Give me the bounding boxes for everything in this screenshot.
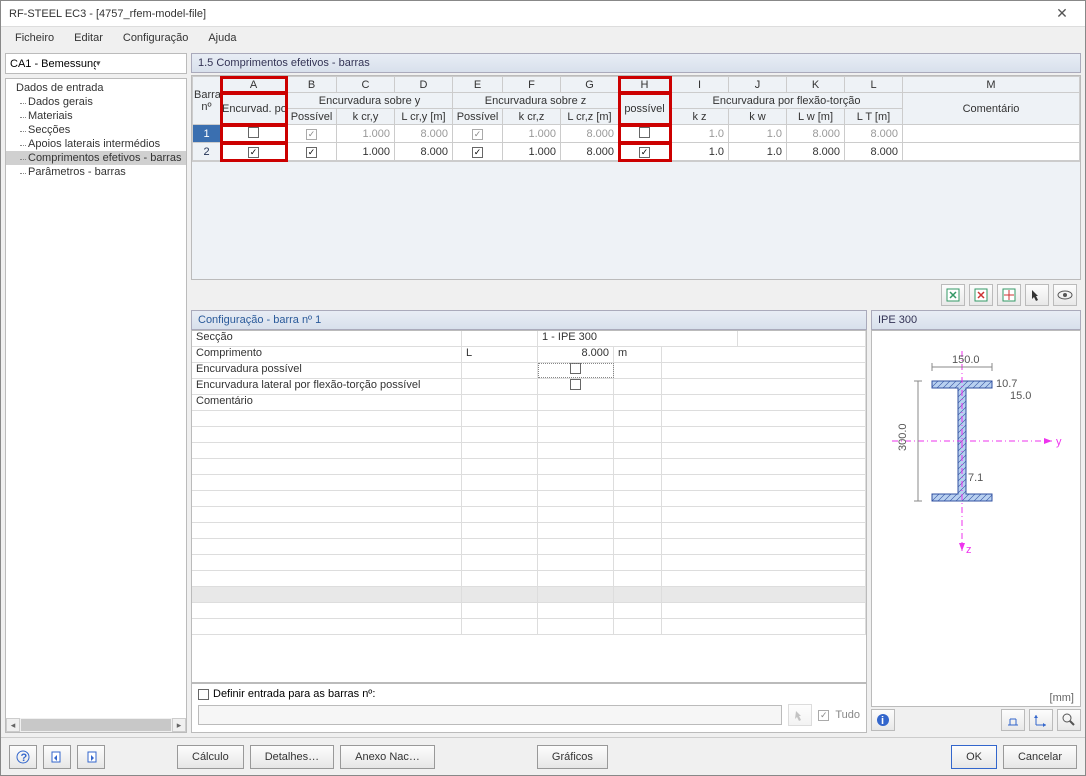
checkbox[interactable] (639, 127, 650, 138)
nav-tree: Dados de entrada Dados gerais Materiais … (5, 78, 187, 733)
checkbox[interactable]: ✓ (306, 129, 317, 140)
menu-config[interactable]: Configuração (115, 30, 196, 46)
define-label: Definir entrada para as barras nº: (213, 688, 375, 700)
col-M[interactable]: M (903, 77, 1080, 93)
menubar: Ficheiro Editar Configuração Ajuda (1, 27, 1085, 49)
axis-view-icon[interactable] (1029, 709, 1053, 731)
checkbox[interactable] (570, 379, 581, 390)
detail-grid[interactable]: Secção1 - IPE 300 ComprimentoL8.000m Enc… (191, 330, 867, 683)
tree-root[interactable]: Dados de entrada (6, 81, 186, 95)
anexo-button[interactable]: Anexo Nac… (340, 745, 435, 769)
tree-scrollbar[interactable]: ◂ ▸ (6, 718, 186, 732)
detalhes-button[interactable]: Detalhes… (250, 745, 334, 769)
next-page-button[interactable] (77, 745, 105, 769)
eye-icon[interactable] (1053, 284, 1077, 306)
sidebar: CA1 - Bemessung nach Eurococ ▾ Dados de … (5, 53, 187, 733)
svg-text:y: y (1056, 436, 1062, 448)
svg-text:?: ? (21, 752, 28, 764)
menu-ajuda[interactable]: Ajuda (200, 30, 244, 46)
svg-text:150.0: 150.0 (952, 354, 980, 366)
menu-ficheiro[interactable]: Ficheiro (7, 30, 62, 46)
col-C[interactable]: C (337, 77, 395, 93)
checkbox[interactable]: ✓ (306, 147, 317, 158)
pick-icon[interactable] (1025, 284, 1049, 306)
detail-panel: Configuração - barra nº 1 Secção1 - IPE … (191, 310, 867, 733)
checkbox[interactable] (570, 363, 581, 374)
col-G[interactable]: G (561, 77, 619, 93)
svg-text:7.1: 7.1 (968, 472, 983, 484)
excel-export-icon[interactable] (969, 284, 993, 306)
scroll-left-icon[interactable]: ◂ (6, 718, 20, 732)
col-D[interactable]: D (395, 77, 453, 93)
preview-title: IPE 300 (871, 310, 1081, 330)
svg-text:10.7: 10.7 (996, 378, 1017, 390)
col-K[interactable]: K (787, 77, 845, 93)
tree-comprimentos[interactable]: Comprimentos efetivos - barras (6, 151, 186, 165)
svg-text:15.0: 15.0 (1010, 390, 1031, 402)
titlebar: RF-STEEL EC3 - [4757_rfem-model-file] ✕ (1, 1, 1085, 27)
close-icon[interactable]: ✕ (1047, 5, 1077, 22)
col-B[interactable]: B (287, 77, 337, 93)
window-title: RF-STEEL EC3 - [4757_rfem-model-file] (9, 8, 1047, 20)
col-F[interactable]: F (503, 77, 561, 93)
checkbox[interactable]: ✓ (639, 147, 650, 158)
tree-seccoes[interactable]: Secções (6, 123, 186, 137)
tree-apoios[interactable]: Apoios laterais intermédios (6, 137, 186, 151)
calculo-button[interactable]: Cálculo (177, 745, 244, 769)
cancelar-button[interactable]: Cancelar (1003, 745, 1077, 769)
col-H[interactable]: H (619, 77, 671, 93)
tree-materiais[interactable]: Materiais (6, 109, 186, 123)
define-checkbox[interactable] (198, 689, 209, 700)
table-row[interactable]: 1 ✓ 1.000 8.000 ✓ 1.000 8.000 1.0 1.0 8.… (193, 125, 1080, 143)
excel-import-icon[interactable] (941, 284, 965, 306)
col-J[interactable]: J (729, 77, 787, 93)
main-pane: 1.5 Comprimentos efetivos - barras Barra… (191, 53, 1081, 733)
col-A[interactable]: A (221, 77, 287, 93)
define-input[interactable] (198, 705, 782, 725)
checkbox[interactable]: ✓ (472, 129, 483, 140)
tudo-checkbox[interactable]: ✓ (818, 710, 829, 721)
grid-toolbar (191, 282, 1081, 308)
checkbox[interactable]: ✓ (248, 147, 259, 158)
svg-text:z: z (966, 544, 972, 556)
help-button[interactable]: ? (9, 745, 37, 769)
scroll-right-icon[interactable]: ▸ (172, 718, 186, 732)
svg-text:i: i (881, 715, 884, 727)
chevron-down-icon: ▾ (96, 58, 182, 69)
preview-unit: [mm] (1050, 692, 1074, 704)
preview-panel: IPE 300 y z (871, 310, 1081, 733)
info-icon[interactable]: i (871, 709, 895, 731)
scroll-thumb[interactable] (21, 719, 171, 731)
excel-sync-icon[interactable] (997, 284, 1021, 306)
col-barra: Barranº (193, 77, 221, 125)
checkbox[interactable]: ✓ (472, 147, 483, 158)
main-window: RF-STEEL EC3 - [4757_rfem-model-file] ✕ … (0, 0, 1086, 776)
bottom-bar: ? Cálculo Detalhes… Anexo Nac… Gráficos … (1, 737, 1085, 775)
graficos-button[interactable]: Gráficos (537, 745, 608, 769)
pick-members-icon[interactable] (788, 704, 812, 726)
define-row: Definir entrada para as barras nº: ✓ Tud… (191, 683, 867, 733)
checkbox[interactable] (248, 127, 259, 138)
col-L[interactable]: L (845, 77, 903, 93)
preview-toolbar: i (871, 707, 1081, 733)
col-I[interactable]: I (671, 77, 729, 93)
section-preview[interactable]: y z 150.0 300.0 10.7 15.0 7.1 (871, 330, 1081, 707)
section-view-icon[interactable] (1001, 709, 1025, 731)
pane-title: 1.5 Comprimentos efetivos - barras (191, 53, 1081, 73)
tree-parametros[interactable]: Parâmetros - barras (6, 165, 186, 179)
prev-page-button[interactable] (43, 745, 71, 769)
settings-icon[interactable] (1057, 709, 1081, 731)
tree-dados-gerais[interactable]: Dados gerais (6, 95, 186, 109)
col-E[interactable]: E (453, 77, 503, 93)
menu-editar[interactable]: Editar (66, 30, 111, 46)
detail-title: Configuração - barra nº 1 (191, 310, 867, 330)
table-row[interactable]: 2 ✓ ✓ 1.000 8.000 ✓ 1.000 8.000 ✓ 1.0 1.… (193, 143, 1080, 161)
svg-text:300.0: 300.0 (897, 423, 909, 451)
members-grid[interactable]: Barranº A B C D E F G H I J K L M (191, 75, 1081, 280)
tudo-label: Tudo (835, 709, 860, 721)
loadcase-combo[interactable]: CA1 - Bemessung nach Eurococ ▾ (5, 53, 187, 74)
ok-button[interactable]: OK (951, 745, 997, 769)
ipe-section-svg: y z 150.0 300.0 10.7 15.0 7.1 (872, 331, 1072, 601)
